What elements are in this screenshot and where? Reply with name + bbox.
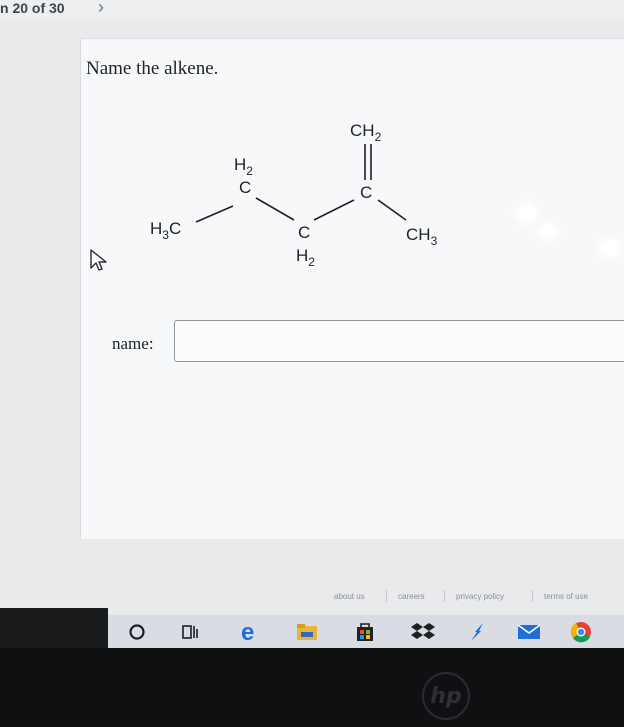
edge-icon[interactable]: e bbox=[238, 619, 264, 645]
c-double-label: C bbox=[360, 183, 372, 202]
footer-link-terms-of-use[interactable]: terms of use bbox=[544, 592, 588, 601]
screen-glare bbox=[540, 224, 556, 238]
alkene-structure: CH2 C H2 C H3C C H2 CH3 bbox=[150, 121, 438, 269]
ch2-top-label: CH2 bbox=[350, 121, 382, 144]
footer-link-about-us[interactable]: about us bbox=[334, 592, 365, 601]
screen-bezel-left bbox=[0, 608, 108, 648]
question-counter: n 20 of 30 bbox=[0, 0, 65, 16]
bond-c1-c2 bbox=[255, 197, 295, 221]
footer-link-careers[interactable]: careers bbox=[398, 592, 425, 601]
top-nav-bar: n 20 of 30 › bbox=[0, 0, 624, 22]
answer-label: name: bbox=[112, 334, 154, 353]
hp-logo: hp bbox=[422, 672, 470, 720]
ch3-right-label: CH3 bbox=[406, 225, 438, 248]
bond-c3-ch3 bbox=[377, 199, 407, 221]
dropbox-icon[interactable] bbox=[410, 619, 436, 645]
search-circle-icon[interactable] bbox=[124, 619, 150, 645]
task-view-icon[interactable] bbox=[178, 619, 204, 645]
h2-left-label: H2 bbox=[234, 155, 253, 178]
taskbar: e bbox=[108, 615, 624, 648]
footer-divider bbox=[386, 590, 387, 602]
answer-input[interactable] bbox=[174, 320, 624, 362]
screen-glare bbox=[600, 240, 618, 256]
footer-link-privacy-policy[interactable]: privacy policy bbox=[456, 592, 504, 601]
svg-text:e: e bbox=[241, 620, 254, 644]
c-middle-label: C bbox=[298, 223, 310, 242]
chrome-icon[interactable] bbox=[568, 619, 594, 645]
chevron-right-icon[interactable]: › bbox=[98, 0, 104, 18]
h3c-label: H3C bbox=[150, 219, 181, 242]
bond-c2-c3 bbox=[313, 199, 355, 221]
screen-glare bbox=[518, 206, 536, 222]
laptop-bezel bbox=[0, 648, 624, 727]
footer-divider bbox=[444, 590, 445, 602]
store-icon[interactable] bbox=[352, 619, 378, 645]
pinned-app-icon[interactable] bbox=[464, 619, 490, 645]
footer-links: about us careers privacy policy terms of… bbox=[320, 590, 624, 608]
bond-h3c-c1 bbox=[195, 205, 234, 223]
file-explorer-icon[interactable] bbox=[294, 619, 320, 645]
question-prompt: Name the alkene. bbox=[86, 58, 219, 79]
c-left-upper-label: C bbox=[239, 178, 251, 197]
h2-lower-label: H2 bbox=[296, 246, 315, 269]
footer-divider bbox=[532, 590, 533, 602]
mail-icon[interactable] bbox=[516, 619, 542, 645]
mouse-pointer-icon bbox=[90, 249, 107, 271]
